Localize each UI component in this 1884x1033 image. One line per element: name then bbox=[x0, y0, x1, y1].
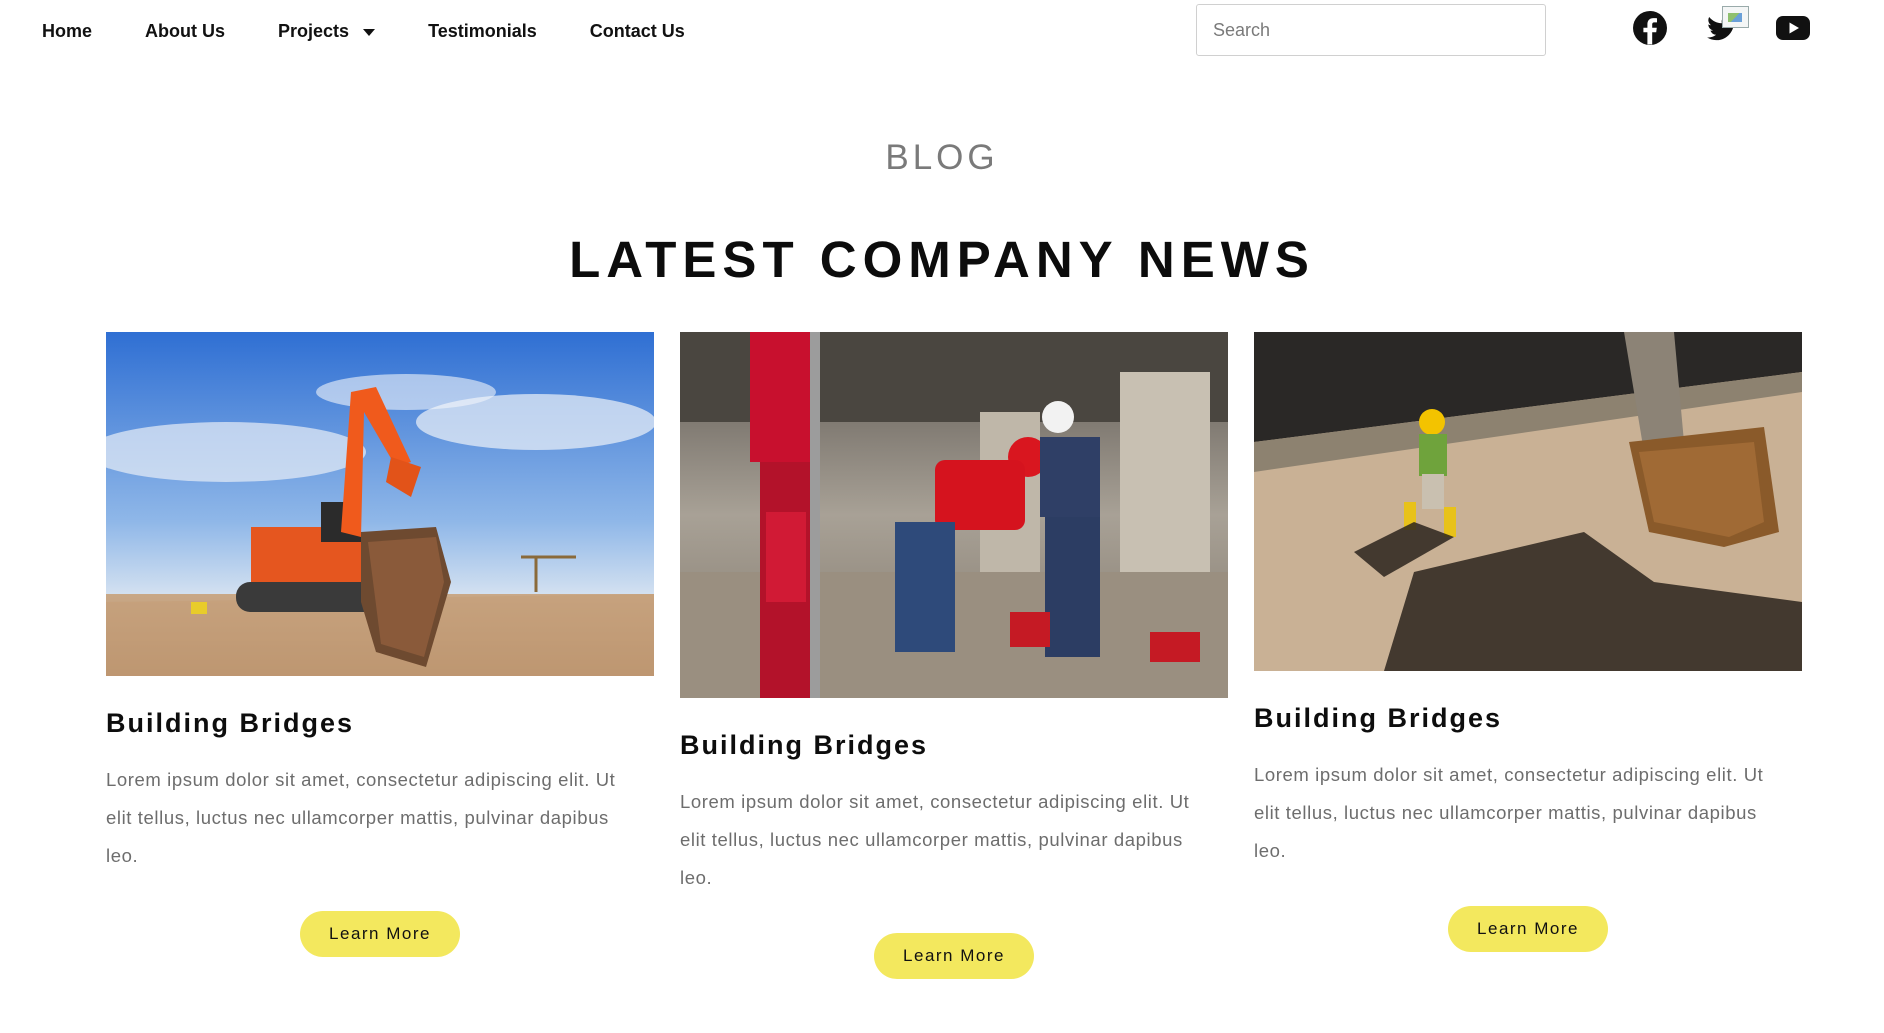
learn-more-button[interactable]: Learn More bbox=[874, 933, 1034, 979]
card-title: Building Bridges bbox=[1254, 703, 1502, 733]
card-text: Lorem ipsum dolor sit amet, consectetur … bbox=[106, 769, 616, 866]
search-input[interactable] bbox=[1196, 4, 1546, 56]
card-title: Building Bridges bbox=[106, 708, 354, 738]
blog-card: Building Bridges Lorem ipsum dolor sit a… bbox=[1254, 332, 1802, 952]
card-title: Building Bridges bbox=[680, 730, 928, 760]
nav-item-home[interactable]: Home bbox=[42, 21, 92, 42]
section-title: LATEST COMPANY NEWS bbox=[569, 231, 1315, 288]
nav-item-testimonials[interactable]: Testimonials bbox=[428, 21, 537, 42]
nav-item-contact-us[interactable]: Contact Us bbox=[590, 21, 685, 42]
card-text: Lorem ipsum dolor sit amet, consectetur … bbox=[680, 791, 1190, 888]
nav-links: Home About Us Projects Testimonials Cont… bbox=[42, 21, 738, 42]
section-eyebrow: BLOG bbox=[885, 138, 999, 177]
nav-item-projects[interactable]: Projects bbox=[278, 21, 376, 42]
workers-drilling-photo bbox=[680, 332, 1228, 698]
chevron-down-icon[interactable] bbox=[363, 29, 376, 36]
nav-item-projects-label: Projects bbox=[278, 21, 350, 41]
learn-more-button[interactable]: Learn More bbox=[300, 911, 460, 957]
blog-card: Building Bridges Lorem ipsum dolor sit a… bbox=[680, 332, 1228, 979]
top-nav: Home About Us Projects Testimonials Cont… bbox=[0, 0, 1884, 66]
blog-card: Building Bridges Lorem ipsum dolor sit a… bbox=[106, 332, 654, 957]
worker-walking-site-photo bbox=[1254, 332, 1802, 671]
card-text: Lorem ipsum dolor sit amet, consectetur … bbox=[1254, 764, 1764, 861]
facebook-icon[interactable] bbox=[1632, 10, 1668, 46]
nav-item-about-us[interactable]: About Us bbox=[145, 21, 225, 42]
excavator-photo bbox=[106, 332, 654, 676]
learn-more-button[interactable]: Learn More bbox=[1448, 906, 1608, 952]
broken-image-icon bbox=[1722, 6, 1749, 28]
youtube-icon[interactable] bbox=[1775, 10, 1811, 46]
